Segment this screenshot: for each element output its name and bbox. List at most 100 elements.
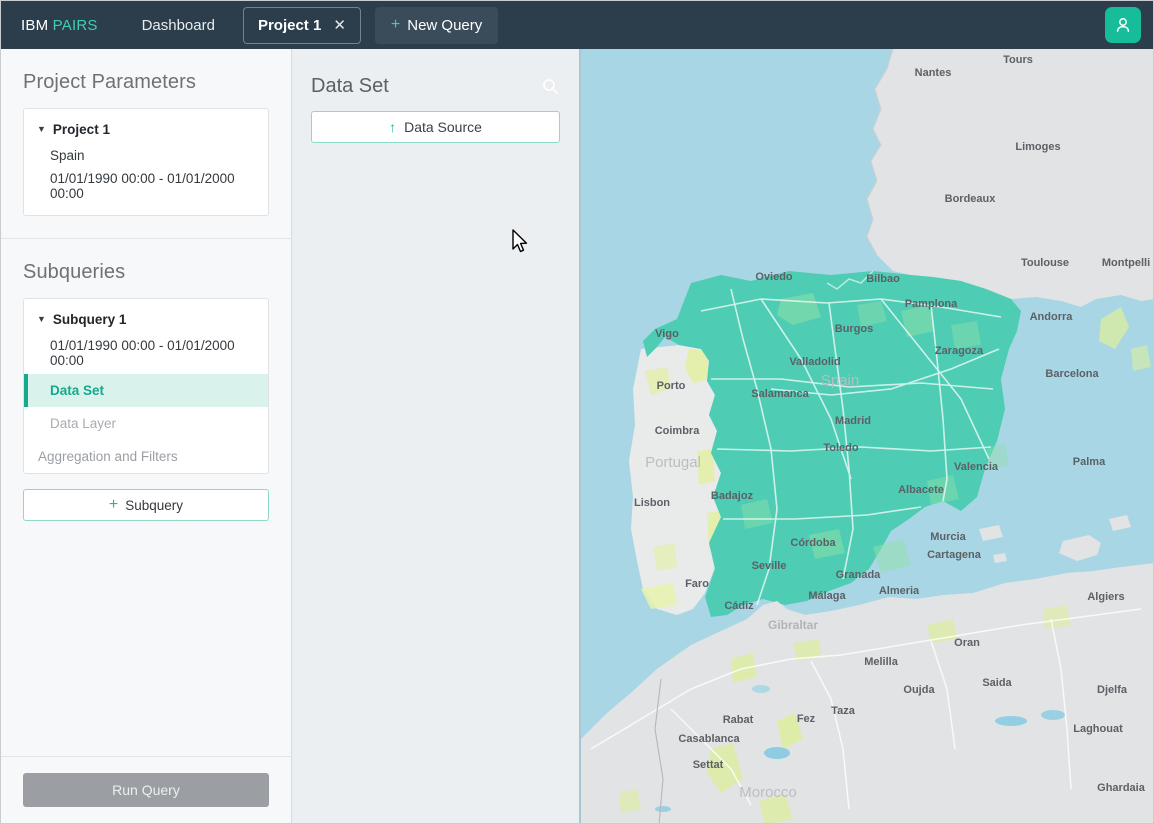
map-label-coimbra: Coimbra xyxy=(655,425,701,437)
mouse-pointer-icon xyxy=(511,229,529,255)
vegetation-patch xyxy=(653,543,677,571)
left-panel-spacer xyxy=(1,521,291,756)
subquery-item-data-layer[interactable]: Data Layer xyxy=(24,407,268,440)
subquery-daterange: 01/01/1990 00:00 - 01/01/2000 00:00 xyxy=(24,334,268,374)
map-label-malaga: Málaga xyxy=(808,590,846,602)
nav-dashboard[interactable]: Dashboard xyxy=(132,11,225,40)
map-label-rabat: Rabat xyxy=(723,714,754,726)
chevron-down-icon[interactable]: ▼ xyxy=(37,125,46,134)
brand-logo: IBM PAIRS xyxy=(21,17,98,34)
map-label-cadiz: Cádiz xyxy=(724,600,754,612)
map-label-granada: Granada xyxy=(836,569,882,581)
lake xyxy=(752,685,770,693)
lake xyxy=(1041,710,1065,720)
subquery-item-data-set[interactable]: Data Set xyxy=(24,374,268,407)
vegetation-patch xyxy=(619,789,641,813)
data-source-button-wrap: ↑ Data Source xyxy=(292,105,579,161)
run-query-label: Run Query xyxy=(112,782,180,798)
vegetation-patch xyxy=(1043,605,1071,629)
new-query-button[interactable]: + New Query xyxy=(375,7,498,44)
data-set-title: Data Set xyxy=(311,75,542,98)
map-label-salamanca: Salamanca xyxy=(751,388,809,400)
run-query-footer: Run Query xyxy=(1,756,291,824)
project-region: Spain xyxy=(24,144,268,167)
map-label-taza: Taza xyxy=(831,705,856,717)
map-label-spain: Spain xyxy=(821,372,859,389)
map-label-limoges: Limoges xyxy=(1015,141,1060,153)
data-set-list-tail xyxy=(292,161,579,824)
project-card[interactable]: ▼ Project 1 Spain 01/01/1990 00:00 - 01/… xyxy=(23,108,269,216)
map-label-melilla: Melilla xyxy=(864,656,899,668)
map-label-valencia: Valencia xyxy=(954,461,999,473)
project-card-header[interactable]: ▼ Project 1 xyxy=(24,109,268,144)
tab-project-1-label: Project 1 xyxy=(258,17,321,34)
map-label-settat: Settat xyxy=(693,759,724,771)
map-label-lisbon: Lisbon xyxy=(634,497,670,509)
map-label-barcelona: Barcelona xyxy=(1045,368,1099,380)
page-title: Project Parameters xyxy=(23,49,269,108)
subquery-card-header[interactable]: ▼ Subquery 1 xyxy=(24,299,268,334)
map-label-zaragoza: Zaragoza xyxy=(935,345,984,357)
plus-icon: + xyxy=(109,497,118,513)
run-query-button[interactable]: Run Query xyxy=(23,773,269,807)
brand-ibm: IBM xyxy=(21,17,48,34)
map-label-oran: Oran xyxy=(954,637,980,649)
map-label-badajoz: Badajoz xyxy=(711,490,754,502)
map-label-pamplona: Pamplona xyxy=(905,298,958,310)
up-arrow-icon: ↑ xyxy=(389,120,396,134)
map-label-palma: Palma xyxy=(1073,456,1106,468)
map-label-andorra: Andorra xyxy=(1030,311,1074,323)
map-label-vigo: Vigo xyxy=(655,328,679,340)
map-label-ghardaia: Ghardaia xyxy=(1097,782,1146,794)
avatar[interactable] xyxy=(1105,7,1141,43)
map-label-algiers: Algiers xyxy=(1087,591,1124,603)
new-query-label: New Query xyxy=(407,17,482,34)
map-label-murcia: Murcia xyxy=(930,531,966,543)
map-label-porto: Porto xyxy=(657,380,686,392)
chevron-down-icon[interactable]: ▼ xyxy=(37,315,46,324)
plus-icon: + xyxy=(391,17,400,33)
subquery-card: ▼ Subquery 1 01/01/1990 00:00 - 01/01/20… xyxy=(23,298,269,474)
map-label-cartagena: Cartagena xyxy=(927,549,982,561)
map-label-toledo: Toledo xyxy=(823,442,859,454)
close-icon[interactable]: ✕ xyxy=(333,18,346,33)
project-parameters-section: Project Parameters ▼ Project 1 Spain 01/… xyxy=(1,49,291,216)
app-window: IBM PAIRS Dashboard Project 1 ✕ + New Qu… xyxy=(0,0,1154,824)
map-label-seville: Seville xyxy=(752,560,787,572)
lake xyxy=(764,747,790,759)
lake xyxy=(995,716,1027,726)
map-label-madrid: Madrid xyxy=(835,415,871,427)
data-set-panel: Data Set ↑ Data Source NasaDaymet 30 yea… xyxy=(292,49,581,824)
map-label-nantes: Nantes xyxy=(915,67,952,79)
map-label-albacete: Albacete xyxy=(898,484,944,496)
map-label-laghouat: Laghouat xyxy=(1073,723,1123,735)
data-source-label: Data Source xyxy=(404,119,482,135)
map-label-bilbao: Bilbao xyxy=(866,273,900,285)
map-label-valladolid: Valladolid xyxy=(789,356,840,368)
map-label-cordoba: Córdoba xyxy=(790,537,836,549)
map-label-montpellier: Montpelli xyxy=(1102,257,1150,269)
top-navbar: IBM PAIRS Dashboard Project 1 ✕ + New Qu… xyxy=(1,1,1154,49)
subquery-item-aggregation-and-filters[interactable]: Aggregation and Filters xyxy=(24,440,268,473)
add-subquery-button[interactable]: + Subquery xyxy=(23,489,269,521)
tab-project-1[interactable]: Project 1 ✕ xyxy=(243,7,361,44)
map-label-gibraltar: Gibraltar xyxy=(768,618,818,632)
map-label-bordeaux: Bordeaux xyxy=(945,193,997,205)
map-label-saida: Saida xyxy=(982,677,1012,689)
brand-pairs: PAIRS xyxy=(53,17,98,34)
map-label-almeria: Almeria xyxy=(879,585,920,597)
map-view[interactable]: Nantes Tours Limoges Bordeaux Toulouse M… xyxy=(581,49,1154,824)
project-parameters-panel: Project Parameters ▼ Project 1 Spain 01/… xyxy=(1,49,292,824)
search-icon[interactable] xyxy=(542,78,559,95)
map-label-faro: Faro xyxy=(685,578,709,590)
lake xyxy=(655,806,671,812)
project-daterange: 01/01/1990 00:00 - 01/01/2000 00:00 xyxy=(24,167,268,215)
data-source-button[interactable]: ↑ Data Source xyxy=(311,111,560,143)
data-set-header: Data Set xyxy=(292,49,579,105)
map-label-morocco: Morocco xyxy=(739,784,797,801)
subquery-name: Subquery 1 xyxy=(53,312,127,327)
subqueries-title: Subqueries xyxy=(23,239,269,298)
map-label-oviedo: Oviedo xyxy=(755,271,793,283)
map-label-djelfa: Djelfa xyxy=(1097,684,1128,696)
map-canvas: Nantes Tours Limoges Bordeaux Toulouse M… xyxy=(581,49,1154,824)
